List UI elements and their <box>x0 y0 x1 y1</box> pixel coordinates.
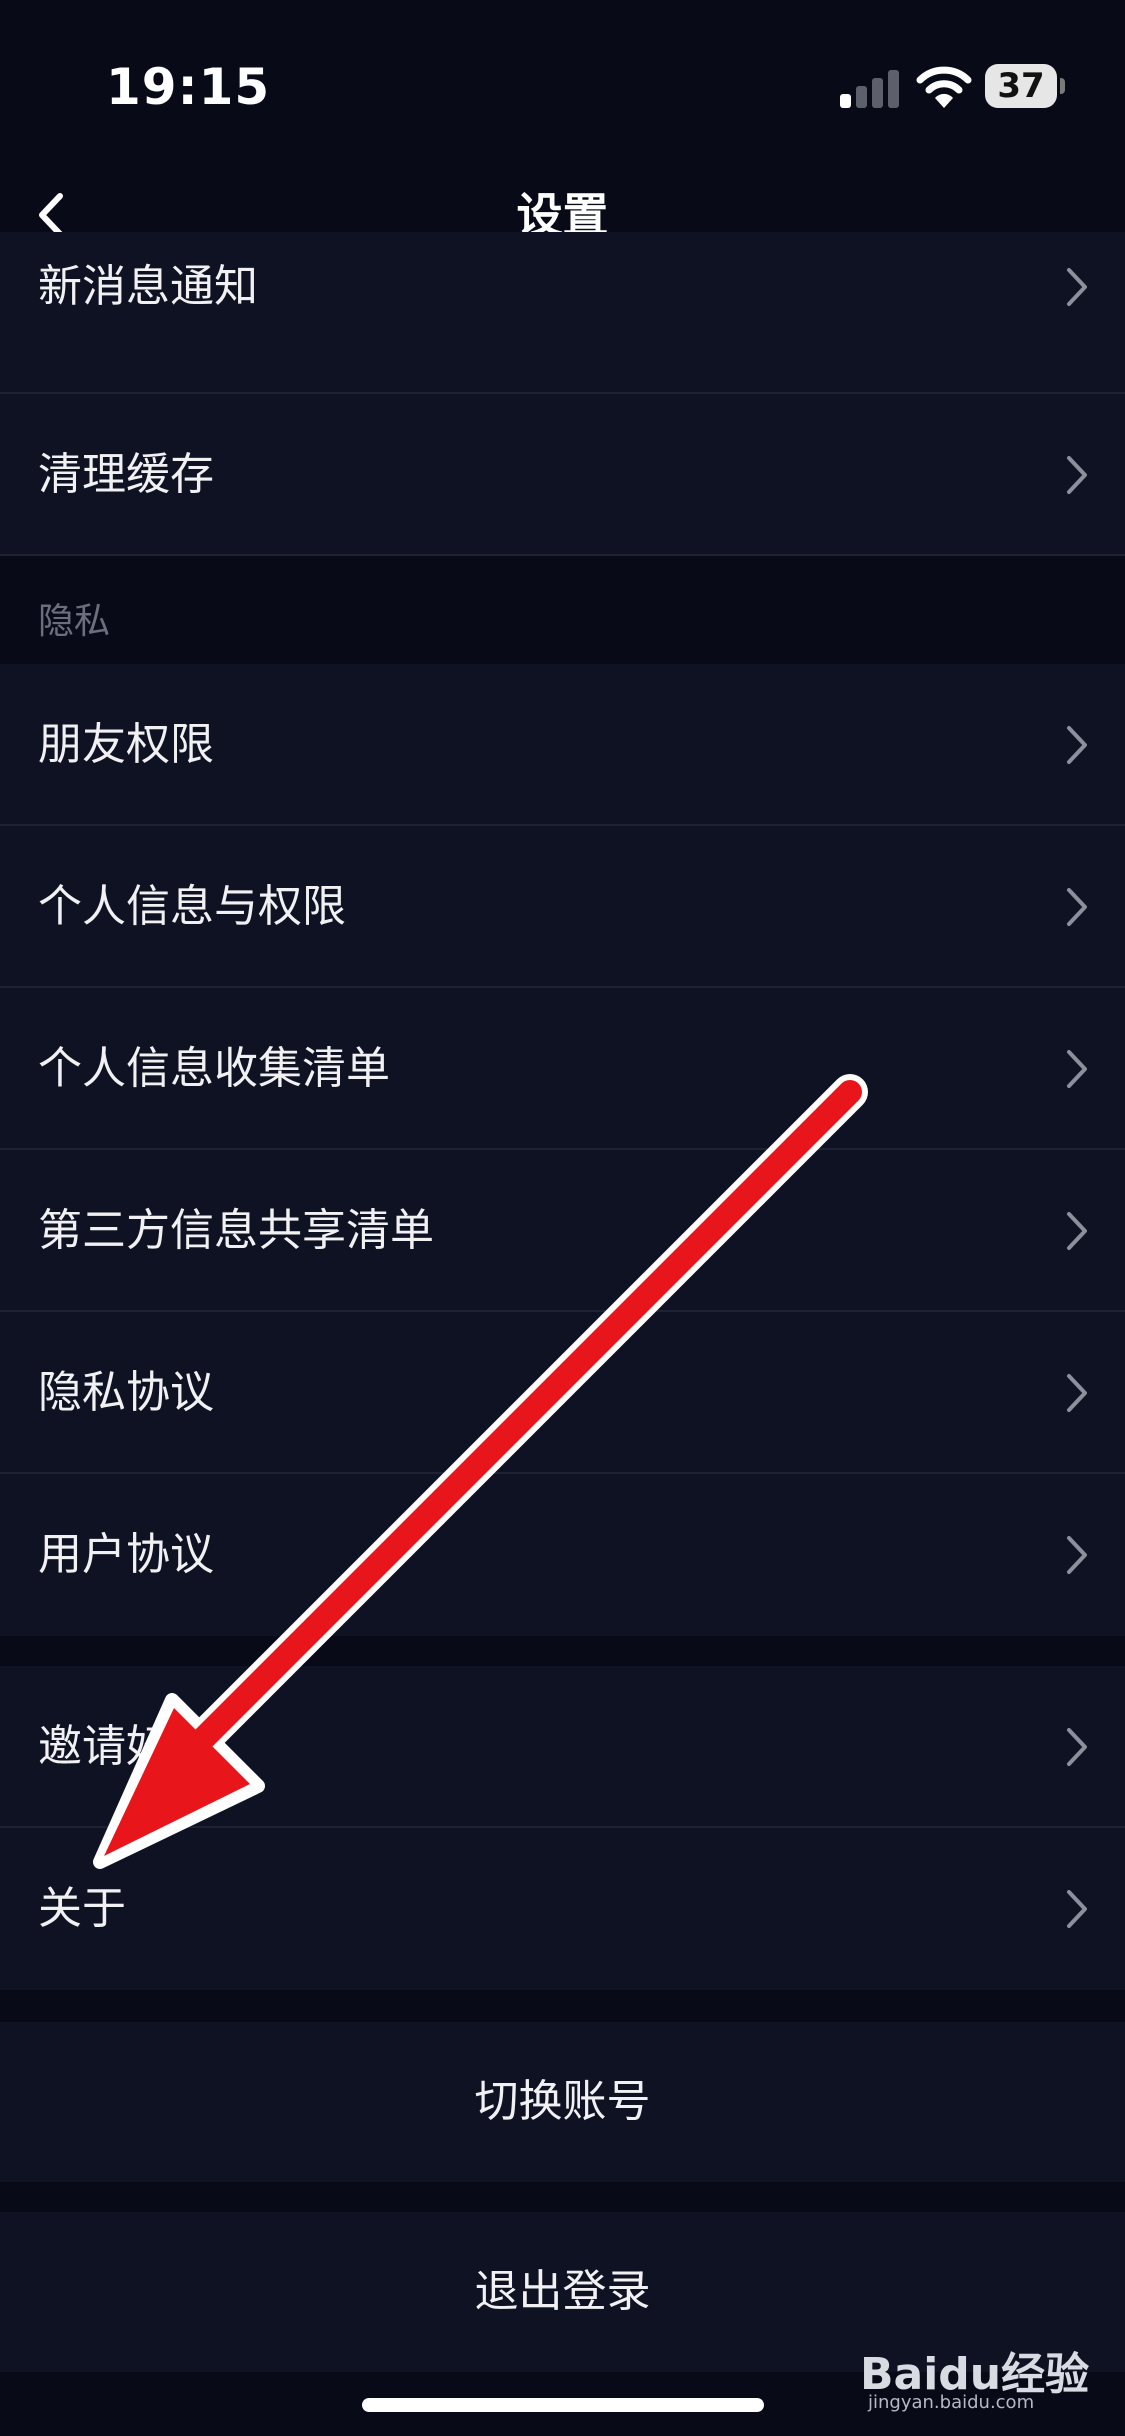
settings-item-label: 邀请好友 <box>38 1721 214 1772</box>
settings-item-label: 新消息通知 <box>38 261 258 312</box>
chevron-right-icon <box>1067 1374 1087 1412</box>
settings-item-friend-permissions[interactable]: 朋友权限 <box>0 664 1125 826</box>
settings-item-label: 个人信息收集清单 <box>38 1043 390 1094</box>
settings-item-personal-info-permissions[interactable]: 个人信息与权限 <box>0 826 1125 988</box>
chevron-right-icon <box>1067 456 1087 494</box>
chevron-right-icon <box>1067 1728 1087 1766</box>
settings-item-clear-cache[interactable]: 清理缓存 <box>0 394 1125 556</box>
status-bar: 19:15 37 <box>0 0 1125 170</box>
watermark-sub: jingyan.baidu.com <box>868 2392 1035 2413</box>
signal-icon <box>840 68 900 108</box>
settings-item-invite-friends[interactable]: 邀请好友 <box>0 1666 1125 1828</box>
home-indicator[interactable] <box>362 2398 764 2412</box>
battery-level: 37 <box>997 66 1045 106</box>
settings-item-label: 朋友权限 <box>38 719 214 770</box>
chevron-right-icon <box>1067 726 1087 764</box>
settings-item-user-agreement[interactable]: 用户协议 <box>0 1474 1125 1636</box>
settings-item-label: 个人信息与权限 <box>38 881 346 932</box>
status-time: 19:15 <box>106 58 271 116</box>
settings-item-personal-info-collection[interactable]: 个人信息收集清单 <box>0 988 1125 1150</box>
chevron-right-icon <box>1067 1890 1087 1928</box>
switch-account-button[interactable]: 切换账号 <box>0 2022 1125 2182</box>
baidu-watermark: Baidu经验 jingyan.baidu.com <box>860 2334 1100 2413</box>
chevron-right-icon <box>1067 1212 1087 1250</box>
settings-item-label: 关于 <box>38 1883 126 1934</box>
settings-item-label: 用户协议 <box>38 1529 214 1580</box>
settings-item-privacy-policy[interactable]: 隐私协议 <box>0 1312 1125 1474</box>
chevron-right-icon <box>1067 1050 1087 1088</box>
settings-item-label: 第三方信息共享清单 <box>38 1205 434 1256</box>
switch-account-label: 切换账号 <box>474 2076 651 2127</box>
chevron-right-icon <box>1067 268 1087 306</box>
settings-item-new-message-notification[interactable]: 新消息通知 <box>0 232 1125 394</box>
chevron-right-icon <box>1067 888 1087 926</box>
wifi-icon <box>916 66 972 108</box>
battery-icon: 37 <box>985 64 1065 110</box>
settings-item-label: 清理缓存 <box>38 449 214 500</box>
settings-item-label: 隐私协议 <box>38 1367 214 1418</box>
chevron-right-icon <box>1067 1536 1087 1574</box>
section-label-privacy: 隐私 <box>38 601 111 642</box>
settings-item-about[interactable]: 关于 <box>0 1828 1125 1990</box>
settings-item-third-party-sharing[interactable]: 第三方信息共享清单 <box>0 1150 1125 1312</box>
